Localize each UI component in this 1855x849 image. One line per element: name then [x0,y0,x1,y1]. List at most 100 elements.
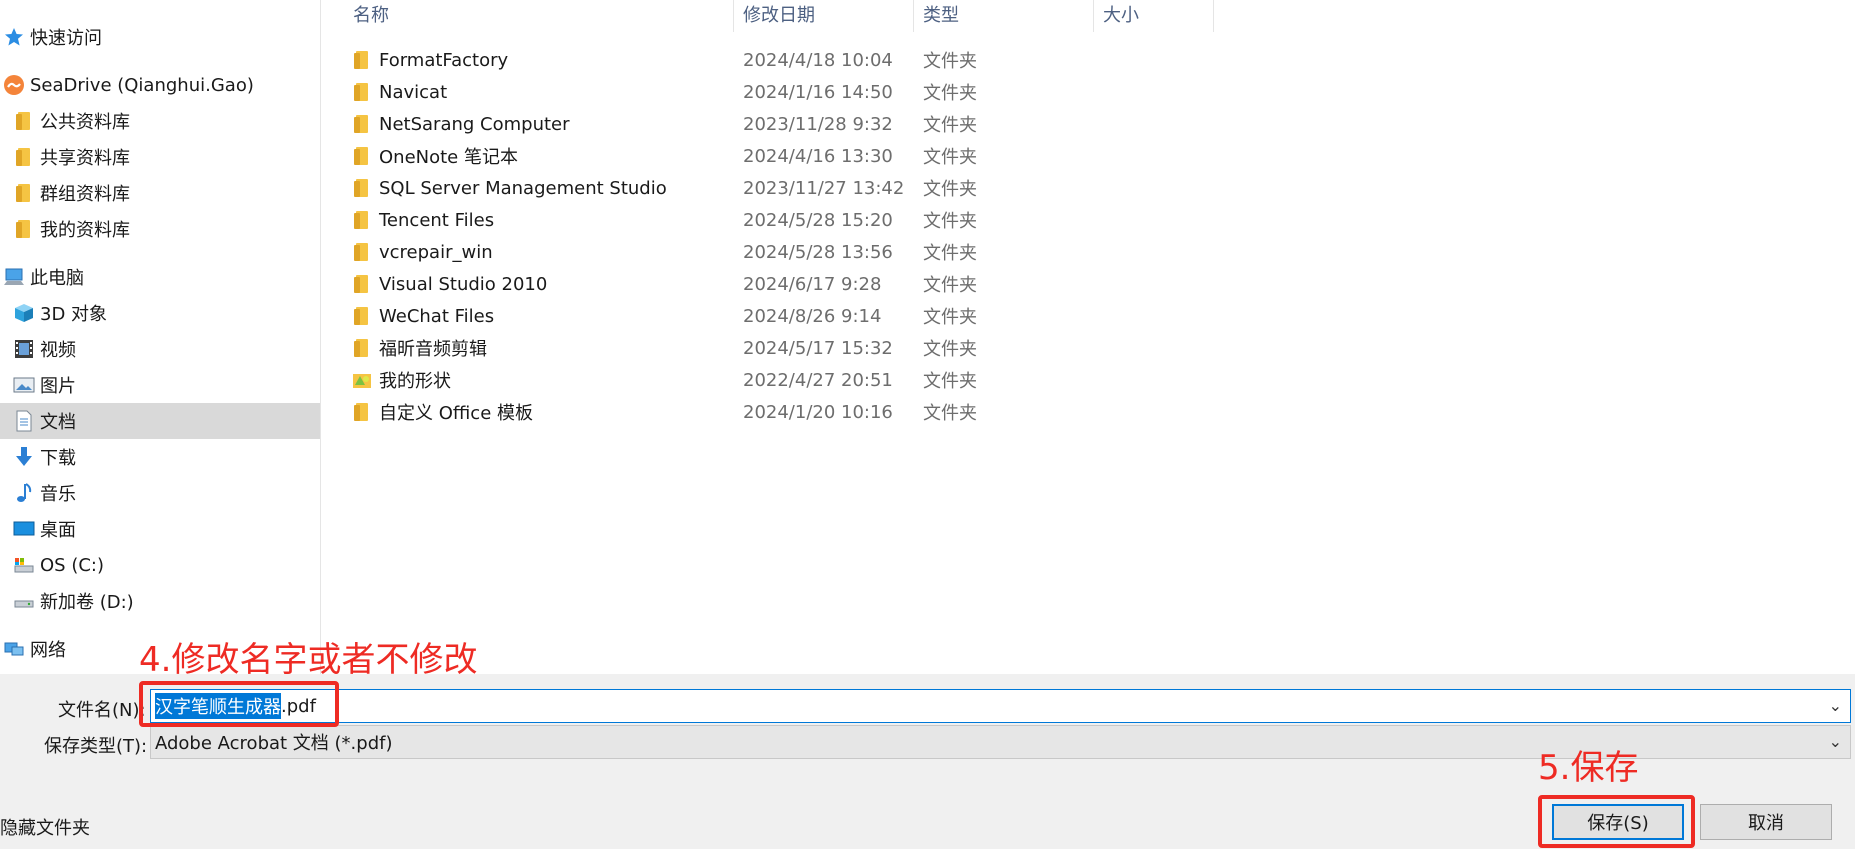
folder-icon [351,113,373,135]
cancel-button[interactable]: 取消 [1700,804,1832,840]
picture-icon [12,373,36,397]
drive-icon [12,589,36,613]
folder-icon [351,241,373,263]
row-name: SQL Server Management Studio [379,177,667,199]
row-type: 文件夹 [923,179,977,200]
row-name-cell: FormatFactory [351,49,508,71]
seadrive-icon [2,73,26,97]
folder-icon [351,81,373,103]
row-name: FormatFactory [379,49,509,71]
row-name: WeChat Files [379,305,495,327]
nav-seadrive-label: SeaDrive (Qianghui.Gao) [30,74,254,96]
row-name-cell: SQL Server Management Studio [351,177,667,199]
nav-group-library[interactable]: 群组资料库 [0,175,320,211]
row-date: 2024/8/26 9:14 [743,305,882,327]
nav-item-label: 3D 对象 [40,304,108,325]
table-row[interactable]: NetSarang Computer 2023/11/28 9:32 文件夹 [321,108,1855,140]
folder-icon [351,177,373,199]
folder-icon [12,181,36,205]
nav-item-label: OS (C:) [40,554,104,576]
row-name: OneNote 笔记本 [379,147,518,168]
column-header-size[interactable]: 大小 [1093,0,1213,32]
row-type: 文件夹 [923,243,977,264]
navigation-pane[interactable]: 快速访问 SeaDrive (Qianghui.Gao) 公共资料库 共享资料库… [0,0,321,674]
chevron-down-icon[interactable]: ⌄ [1829,696,1842,715]
nav-pictures[interactable]: 图片 [0,367,320,403]
folder-icon [12,217,36,241]
column-header-date[interactable]: 修改日期 [733,0,913,32]
table-row[interactable]: SQL Server Management Studio 2023/11/27 1… [321,172,1855,204]
row-date: 2024/4/18 10:04 [743,49,893,71]
nav-item-label: 共享资料库 [40,148,130,169]
document-icon [12,409,36,433]
column-header-name[interactable]: 名称 [343,0,755,32]
desktop-icon [12,517,36,541]
row-name-cell: vcrepair_win [351,241,493,263]
nav-item-label: 桌面 [40,520,76,541]
nav-item-label: 视频 [40,340,76,361]
nav-public-library[interactable]: 公共资料库 [0,103,320,139]
folder-icon [351,145,373,167]
annotation-step5-text: 5.保存 [1538,748,1639,788]
table-row[interactable]: 我的形状 2022/4/27 20:51 文件夹 [321,364,1855,396]
computer-icon [2,265,26,289]
row-type: 文件夹 [923,115,977,136]
row-date: 2022/4/27 20:51 [743,369,893,391]
annotation-step4-text: 4.修改名字或者不修改 [139,640,478,680]
nav-videos[interactable]: 视频 [0,331,320,367]
table-row[interactable]: Tencent Files 2024/5/28 15:20 文件夹 [321,204,1855,236]
row-name: Visual Studio 2010 [379,273,548,295]
table-row[interactable]: vcrepair_win 2024/5/28 13:56 文件夹 [321,236,1855,268]
row-name-cell: OneNote 笔记本 [351,143,518,169]
folder-icon [351,273,373,295]
row-type: 文件夹 [923,339,977,360]
column-header-type[interactable]: 类型 [913,0,1093,32]
row-type: 文件夹 [923,211,977,232]
chevron-down-icon[interactable]: ⌄ [1829,732,1842,751]
star-icon [2,25,26,49]
folder-icon [12,145,36,169]
nav-documents[interactable]: 文档 [0,403,320,439]
nav-item-label: 音乐 [40,484,76,505]
row-type: 文件夹 [923,307,977,328]
nav-3d-objects[interactable]: 3D 对象 [0,295,320,331]
nav-drive-d[interactable]: 新加卷 (D:) [0,583,320,619]
row-type: 文件夹 [923,371,977,392]
row-name-cell: 我的形状 [351,367,451,393]
nav-shared-library[interactable]: 共享资料库 [0,139,320,175]
nav-quick-access[interactable]: 快速访问 [0,19,320,55]
row-name: 我的形状 [379,371,451,392]
shapes-folder-icon [351,369,373,391]
nav-drive-c[interactable]: OS (C:) [0,547,320,583]
row-type: 文件夹 [923,403,977,424]
hide-folders-toggle[interactable]: 隐藏文件夹 [0,814,90,840]
file-list[interactable]: 名称 修改日期 类型 大小 FormatFactory 2024/4/18 10:… [321,0,1855,674]
row-name: vcrepair_win [379,241,493,263]
row-date: 2024/5/17 15:32 [743,337,893,359]
filename-input[interactable]: 汉字笔顺生成器 .pdf ⌄ [150,689,1851,723]
table-row[interactable]: 自定义 Office 模板 2024/1/20 10:16 文件夹 [321,396,1855,428]
table-row[interactable]: WeChat Files 2024/8/26 9:14 文件夹 [321,300,1855,332]
row-name: Tencent Files [379,209,495,231]
table-row[interactable]: 福昕音频剪辑 2024/5/17 15:32 文件夹 [321,332,1855,364]
nav-this-pc[interactable]: 此电脑 [0,259,320,295]
table-row[interactable]: OneNote 笔记本 2024/4/16 13:30 文件夹 [321,140,1855,172]
music-note-icon [12,481,36,505]
nav-item-label: 公共资料库 [40,112,130,133]
row-type: 文件夹 [923,147,977,168]
nav-item-label: 文档 [40,412,76,433]
network-icon [2,637,26,661]
table-row[interactable]: Visual Studio 2010 2024/6/17 9:28 文件夹 [321,268,1855,300]
nav-seadrive[interactable]: SeaDrive (Qianghui.Gao) [0,67,320,103]
nav-desktop[interactable]: 桌面 [0,511,320,547]
nav-network-label: 网络 [30,640,66,661]
column-separator[interactable] [1213,0,1214,32]
nav-music[interactable]: 音乐 [0,475,320,511]
table-row[interactable]: Navicat 2024/1/16 14:50 文件夹 [321,76,1855,108]
table-row[interactable]: FormatFactory 2024/4/18 10:04 文件夹 [321,44,1855,76]
nav-my-library[interactable]: 我的资料库 [0,211,320,247]
annotation-step4-box [139,681,339,727]
nav-item-label: 图片 [40,376,76,397]
folder-icon [351,49,373,71]
nav-downloads[interactable]: 下载 [0,439,320,475]
